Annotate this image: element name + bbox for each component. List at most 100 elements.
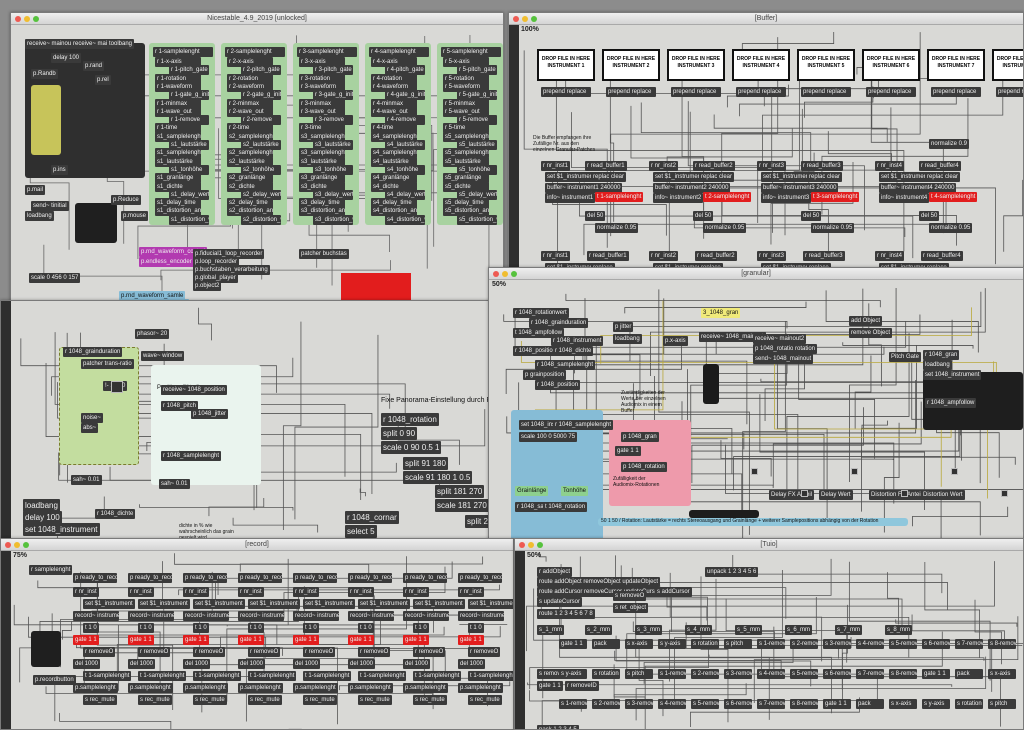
close-button[interactable] — [493, 271, 499, 277]
patch-object[interactable]: clear — [609, 172, 627, 182]
patch-object[interactable]: p.samplelenght — [183, 683, 228, 693]
drop-file-zone[interactable]: DROP FILE IN HERE INSTRUMENT 1 — [537, 49, 595, 81]
patch-object[interactable]: gate 1 1 — [128, 635, 154, 645]
window-titlebar[interactable]: [Buffer] — [509, 13, 1023, 25]
patch-object[interactable]: s1_distortion_wert — [169, 214, 209, 225]
patch-object[interactable]: 3_1048_gran — [701, 308, 741, 318]
patch-object[interactable]: r 1048_samplelenght — [161, 451, 222, 461]
patch-object[interactable]: s_2_mm — [585, 625, 613, 635]
patch-object[interactable]: patcher trans-ratio — [81, 359, 134, 369]
zoom-level[interactable]: 100% — [521, 26, 539, 33]
patch-object[interactable]: r samplelenght — [29, 565, 73, 575]
patch-object[interactable]: Grainlänge — [515, 486, 549, 496]
patch-object[interactable]: s 5-remove — [889, 639, 917, 649]
patch-object[interactable]: s removeO — [613, 591, 647, 601]
patch-object[interactable]: p 1048_gran — [621, 432, 659, 442]
patch-object[interactable]: set $1_instrument — [545, 172, 597, 182]
patch-object[interactable]: r removeO — [138, 647, 171, 657]
patch-object[interactable]: gate 1 1 — [922, 669, 950, 679]
patch-object[interactable]: p ready_to_record_2 — [128, 573, 172, 583]
patch-object[interactable]: Distortion FX Anteil — [869, 490, 925, 500]
patch-object[interactable]: r 1048_gran — [923, 350, 960, 360]
patch-object[interactable]: record~ instrument — [458, 611, 504, 621]
patch-object[interactable]: gate 1 1 — [823, 699, 851, 709]
patch-object[interactable]: record~ instrument — [238, 611, 284, 621]
patch-object[interactable]: r removeO — [413, 647, 446, 657]
patch-object[interactable]: s2_distortion_wert — [241, 214, 281, 225]
zoom-level[interactable]: 50% — [527, 552, 541, 559]
patch-object[interactable]: t 1 0 — [468, 623, 484, 633]
patch-object[interactable]: set 1048_instrument — [923, 370, 982, 380]
patch-object[interactable]: info~ instrument2 — [653, 193, 704, 203]
patch-object[interactable]: r read_buffer2 — [695, 251, 737, 261]
patch-object[interactable]: normalize 0.9 — [929, 139, 970, 149]
patch-object[interactable]: r addObject — [537, 567, 573, 577]
patch-object[interactable]: prepend replace — [541, 87, 591, 97]
patch-object[interactable]: set $1_instrument — [138, 599, 190, 609]
patch-object[interactable]: p 1048_rotation — [753, 344, 799, 354]
patch-object[interactable]: gate 1 1 — [238, 635, 264, 645]
patch-object[interactable]: scale 181 270 0.5 0 — [435, 499, 491, 512]
patch-object[interactable]: loadbang — [25, 211, 54, 221]
patch-object[interactable]: r 1048_samplelenght — [553, 420, 614, 430]
patch-object[interactable]: abs~ — [81, 423, 99, 433]
patch-object[interactable]: p ready_to_record_6 — [348, 573, 392, 583]
patcher-toolbar[interactable] — [515, 551, 525, 729]
patch-object[interactable]: clear — [825, 172, 843, 182]
patch-object[interactable]: del 50 — [693, 211, 714, 221]
patch-object[interactable]: t 2-samplelenght — [703, 192, 752, 202]
patch-object[interactable]: t 1-samplelenght — [138, 671, 187, 681]
patch-object[interactable]: t 1-samplelenght — [468, 671, 513, 681]
patch-object[interactable]: p grainposition — [523, 370, 567, 380]
patch-object[interactable]: s 6-remove — [823, 669, 851, 679]
patch-object[interactable]: phasor~ 20 — [135, 329, 170, 339]
patch-object[interactable]: record~ instrument — [183, 611, 229, 621]
patch-object[interactable]: r 3-samplelenght — [297, 47, 357, 57]
patch-object[interactable]: clear — [717, 172, 735, 182]
patch-object[interactable]: s x-axis — [889, 699, 917, 709]
patch-object[interactable]: r read_buffer3 — [801, 161, 843, 171]
patch-object[interactable]: r 1048_position — [535, 380, 581, 390]
patch-object[interactable]: p.samplelenght — [293, 683, 338, 693]
patch-object[interactable]: wave~ window — [141, 351, 185, 361]
patch-object[interactable]: pack — [856, 699, 884, 709]
patch-object[interactable]: s rec_mute — [83, 695, 117, 705]
patch-object[interactable]: p.samplelenght — [73, 683, 118, 693]
minimize-button[interactable] — [528, 542, 534, 548]
patch-object[interactable]: pack — [592, 639, 620, 649]
zoom-button[interactable] — [23, 542, 29, 548]
patch-object[interactable]: t 4-samplelenght — [929, 192, 978, 202]
patch-object[interactable]: normalize 0.95 — [703, 223, 747, 233]
patch-object[interactable]: p 1048_rotation — [621, 462, 667, 472]
close-button[interactable] — [513, 16, 519, 22]
patch-object[interactable]: r removeO — [358, 647, 391, 657]
patch-object[interactable]: p.rand — [83, 61, 105, 71]
patch-object[interactable]: s 1-remove — [559, 699, 587, 709]
patch-object[interactable]: gate 1 1 — [183, 635, 209, 645]
patch-object[interactable]: t 1-samplelenght — [83, 671, 132, 681]
patcher-toolbar[interactable] — [1, 301, 11, 541]
patch-object[interactable]: r nr_inst2 — [649, 251, 679, 261]
patch-object[interactable]: route addObject removeObject updateObjec… — [537, 577, 661, 587]
patch-object[interactable]: r nr_inst1 — [541, 251, 571, 261]
patch-object[interactable]: p.rel — [95, 75, 111, 85]
patch-object[interactable]: remove Object — [849, 328, 893, 338]
patch-object[interactable]: t 1 0 — [413, 623, 429, 633]
patch-object[interactable]: del 1000 — [238, 659, 266, 669]
patch-object[interactable]: p.ins — [51, 165, 68, 175]
patch-object[interactable]: s 1-remove — [658, 669, 686, 679]
patch-object[interactable]: t 1-samplelenght — [303, 671, 352, 681]
patch-object[interactable]: r 1048_dichte — [95, 509, 136, 519]
patch-object[interactable]: scale 100 0 5000 75 — [519, 432, 578, 442]
patch-object[interactable]: t 1 0 — [248, 623, 264, 633]
patch-object[interactable]: add Object — [849, 316, 883, 326]
patch-object[interactable]: t 1 0 — [83, 623, 99, 633]
zoom-button[interactable] — [537, 542, 543, 548]
patch-object[interactable]: r nr_inst — [293, 587, 319, 597]
patch-object[interactable]: set $1_instrument — [248, 599, 300, 609]
patch-object[interactable]: s pitch — [988, 699, 1016, 709]
patch-object[interactable]: r nr_inst3 — [757, 251, 787, 261]
minimize-button[interactable] — [522, 16, 528, 22]
patch-object[interactable]: r 1048_cornar — [345, 511, 399, 524]
patch-object[interactable]: p ready_to_record_8 — [458, 573, 502, 583]
